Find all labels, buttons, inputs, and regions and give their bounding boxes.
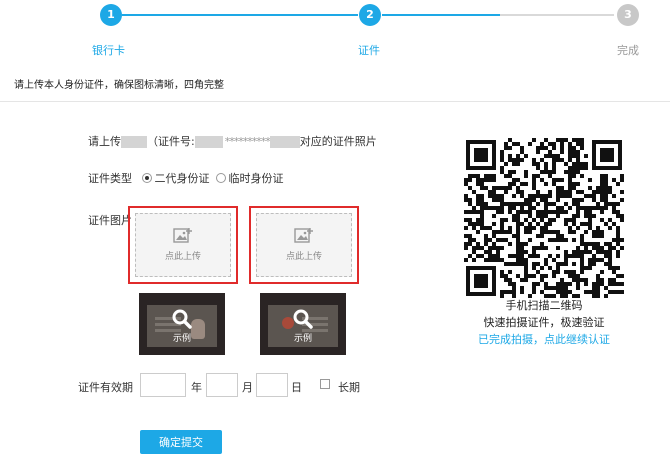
year-unit: 年 xyxy=(191,381,202,394)
continue-verification-link[interactable]: 已完成拍摄，点此继续认证 xyxy=(470,331,618,347)
step-3-label: 完成 xyxy=(617,44,639,57)
id-type-label: 证件类型 xyxy=(88,172,132,185)
step-1-circle: 1 xyxy=(100,4,122,26)
front-upload-text: 点此上传 xyxy=(164,252,201,262)
validity-month-input[interactable] xyxy=(206,373,238,397)
back-upload-frame: 点此上传 xyxy=(249,206,359,284)
masked-id-stars: ********** xyxy=(224,135,271,148)
magnifier-icon xyxy=(293,309,313,329)
front-upload-frame: 点此上传 xyxy=(128,206,238,284)
id-type-row: 证件类型 二代身份证 临时身份证 xyxy=(88,170,284,186)
front-sample-label: 示例 xyxy=(172,334,191,344)
radio-temporary-id-label[interactable]: 临时身份证 xyxy=(229,172,284,185)
step-connector-1 xyxy=(122,14,358,16)
upload-prompt: 请上传 （证件号: ********** 对应的证件照片 xyxy=(88,133,377,149)
masked-id-start xyxy=(194,136,223,148)
step-2-label: 证件 xyxy=(358,44,380,57)
divider xyxy=(0,101,670,102)
step-connector-2-done xyxy=(382,14,500,16)
add-image-icon xyxy=(173,228,192,243)
step-1-label: 银行卡 xyxy=(92,44,125,57)
back-sample-thumbnail[interactable]: 示例 xyxy=(260,293,346,355)
back-sample-label: 示例 xyxy=(293,334,312,344)
upload-instruction: 请上传本人身份证件，确保图标清晰，四角完整 xyxy=(14,80,224,91)
back-upload-text: 点此上传 xyxy=(285,252,322,262)
validity-day-input[interactable] xyxy=(256,373,288,397)
progress-stepper: 1 2 3 银行卡 证件 完成 xyxy=(0,0,670,70)
qr-caption-scan: 手机扫描二维码 xyxy=(505,299,583,312)
step-2-circle: 2 xyxy=(359,4,381,26)
month-unit: 月 xyxy=(242,381,253,394)
prompt-prefix: 请上传 xyxy=(88,135,121,148)
back-upload-button[interactable]: 点此上传 xyxy=(256,213,352,277)
validity-year-input[interactable] xyxy=(140,373,186,397)
radio-second-gen-id[interactable] xyxy=(141,173,152,183)
masked-name xyxy=(121,136,147,148)
step-3-circle: 3 xyxy=(617,4,639,26)
magnifier-icon xyxy=(172,309,192,329)
long-term-checkbox[interactable] xyxy=(320,379,330,389)
submit-button[interactable]: 确定提交 xyxy=(140,430,222,454)
qr-caption-fast: 快速拍摄证件，极速验证 xyxy=(483,316,605,329)
front-sample-thumbnail[interactable]: 示例 xyxy=(139,293,225,355)
radio-second-gen-id-label[interactable]: 二代身份证 xyxy=(155,172,210,185)
id-photo-label: 证件图片 xyxy=(88,214,132,227)
step-connector-2-pending xyxy=(500,14,614,16)
prompt-suffix: 对应的证件照片 xyxy=(299,135,377,148)
radio-temporary-id[interactable] xyxy=(215,173,226,183)
day-unit: 日 xyxy=(291,381,302,394)
prompt-middle: （证件号: xyxy=(147,135,195,148)
qr-code xyxy=(464,138,624,298)
masked-id-end xyxy=(269,136,300,148)
add-image-icon xyxy=(294,228,313,243)
validity-label: 证件有效期 xyxy=(78,381,133,394)
long-term-label[interactable]: 长期 xyxy=(338,379,360,395)
front-upload-button[interactable]: 点此上传 xyxy=(135,213,231,277)
